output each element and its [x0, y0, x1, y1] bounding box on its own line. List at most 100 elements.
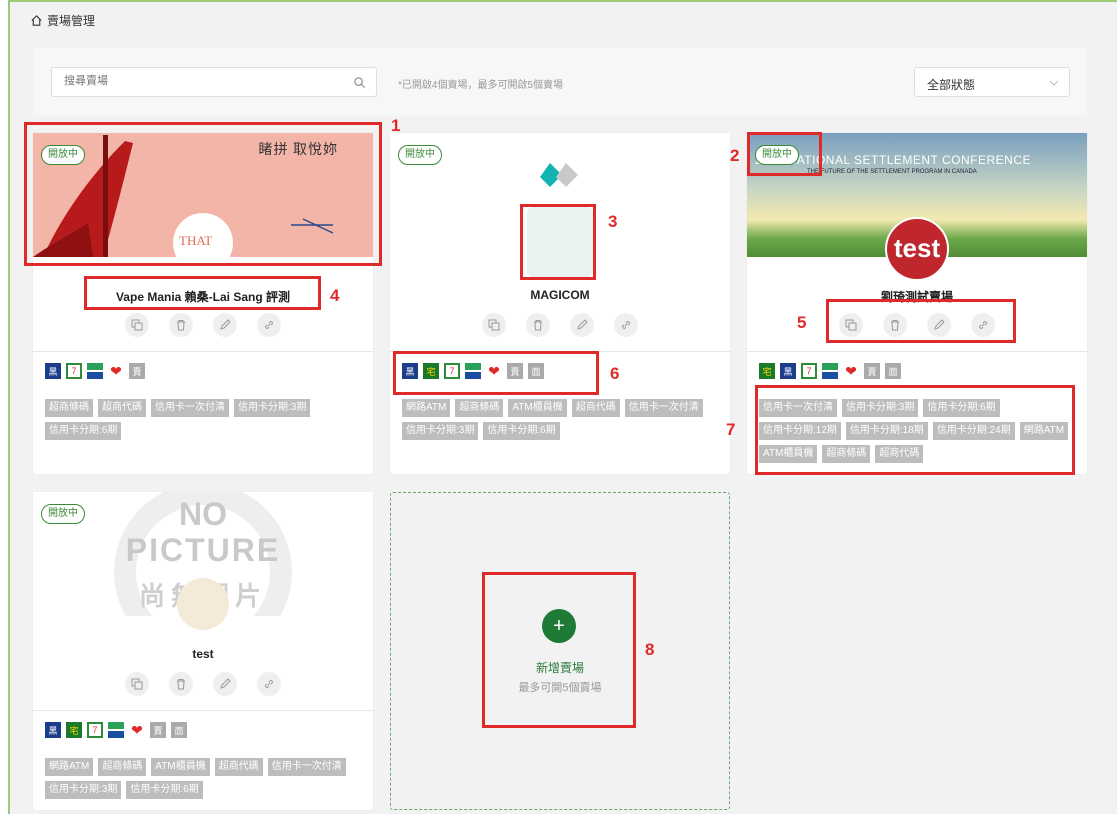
- divider: [747, 351, 1087, 352]
- seven-eleven-icon: 7: [801, 363, 817, 379]
- payment-tags: 網路ATM 超商條碼 ATM櫃員機 超商代碼 信用卡一次付清 信用卡分期:3期 …: [45, 758, 363, 799]
- store-name: 劉琦測試賣場: [880, 290, 953, 304]
- search-box[interactable]: [51, 67, 377, 97]
- annotation-number: 4: [330, 286, 340, 305]
- logo-text: test: [893, 233, 941, 263]
- breadcrumb: 賣場管理: [30, 12, 95, 29]
- copy-button[interactable]: [125, 313, 149, 337]
- family-mart-icon: [465, 363, 481, 379]
- hilife-icon: ❤: [110, 362, 122, 379]
- shop-icon: 賣: [507, 363, 523, 379]
- payment-tag: 超商代碼: [571, 399, 620, 417]
- pelican-icon: 宅: [759, 363, 775, 379]
- payment-tag: ATM櫃員機: [508, 399, 567, 417]
- payment-tag: 信用卡分期:24期: [932, 422, 1015, 440]
- status-select[interactable]: 全部狀態: [914, 67, 1070, 97]
- annotation-number: 6: [610, 364, 620, 383]
- annotation-number: 1: [391, 116, 401, 135]
- shop-icon: 賣: [129, 363, 145, 379]
- store-count-hint: *已開啟4個賣場，最多可開啟5個賣場: [398, 80, 564, 91]
- payment-tag: ATM櫃員機: [151, 758, 210, 776]
- plus-icon[interactable]: +: [542, 609, 576, 643]
- pencil-icon: [934, 319, 945, 330]
- annotation-number: 2: [730, 146, 740, 165]
- link-icon: [978, 320, 988, 330]
- divider: [390, 351, 730, 352]
- payment-tag: 超商代碼: [98, 399, 146, 417]
- link-icon: [264, 320, 274, 330]
- seven-eleven-icon: 7: [66, 363, 82, 379]
- link-button[interactable]: [257, 313, 281, 337]
- delete-button[interactable]: [169, 313, 193, 337]
- status-badge: 開放中: [41, 145, 85, 165]
- status-select-value: 全部狀態: [927, 78, 976, 92]
- pencil-icon: [577, 319, 588, 330]
- payment-tags: 信用卡一次付清 信用卡分期:3期 信用卡分期:6期 信用卡分期:12期 信用卡分…: [759, 399, 1077, 463]
- link-button[interactable]: [614, 313, 638, 337]
- pelican-icon: 宅: [66, 722, 82, 738]
- payment-tag: 信用卡分期:3期: [45, 781, 122, 799]
- payment-tag: 信用卡分期:18期: [845, 422, 928, 440]
- black-cat-icon: 黑: [45, 363, 61, 379]
- payment-tag: 網路ATM: [45, 758, 94, 776]
- delete-button[interactable]: [169, 672, 193, 696]
- store-logo: [177, 578, 229, 630]
- status-badge: 開放中: [41, 504, 85, 524]
- shop-icon: 賣: [150, 722, 166, 738]
- copy-button[interactable]: [125, 672, 149, 696]
- search-input[interactable]: [62, 74, 346, 88]
- edit-button[interactable]: [927, 313, 951, 337]
- edit-button[interactable]: [213, 313, 237, 337]
- copy-button[interactable]: [482, 313, 506, 337]
- payment-tag: 信用卡一次付清: [151, 399, 229, 417]
- home-icon: [31, 15, 42, 26]
- face-to-face-icon: 面: [171, 722, 187, 738]
- pencil-icon: [220, 678, 231, 689]
- delete-button[interactable]: [526, 313, 550, 337]
- trash-icon: [177, 320, 185, 331]
- link-icon: [264, 679, 274, 689]
- annotation-number: 8: [645, 640, 655, 659]
- link-button[interactable]: [971, 313, 995, 337]
- payment-tag: 超商代碼: [214, 758, 263, 776]
- copy-button[interactable]: [839, 313, 863, 337]
- family-mart-icon: [87, 363, 103, 379]
- breadcrumb-title[interactable]: 賣場管理: [47, 12, 95, 29]
- store-card: NO PICTURE 尚無圖片 開放中 test 黑 宅 7 ❤ 賣 面 網路A…: [33, 492, 373, 810]
- pencil-icon: [220, 319, 231, 330]
- add-store-card[interactable]: + 新增賣場 最多可開5個賣場: [390, 492, 730, 810]
- store-card: 開放中 MAGICOM 黑 宅 7 ❤ 賣 面 網路ATM 超商條碼 ATM櫃員…: [390, 133, 730, 474]
- annotation-number: 7: [726, 420, 736, 439]
- black-cat-icon: 黑: [402, 363, 418, 379]
- pelican-icon: 宅: [423, 363, 439, 379]
- store-name: Vape Mania 賴桑-Lai Sang 評測: [115, 290, 291, 304]
- payment-tag: 網路ATM: [1019, 422, 1069, 440]
- store-card: 2020 NATIONAL SETTLEMENT CONFERENCE THE …: [747, 133, 1087, 474]
- chevron-down-icon: [1049, 80, 1059, 86]
- link-icon: [621, 320, 631, 330]
- payment-tag: ATM櫃員機: [759, 445, 818, 463]
- payment-icons: 黑 7 ❤ 賣: [45, 363, 145, 379]
- action-group: [33, 672, 373, 696]
- add-store-subtitle: 最多可開5個賣場: [518, 682, 602, 694]
- delete-button[interactable]: [883, 313, 907, 337]
- store-name: MAGICOM: [530, 288, 590, 302]
- seven-eleven-icon: 7: [87, 722, 103, 738]
- trash-icon: [177, 679, 185, 690]
- family-mart-icon: [108, 722, 124, 738]
- payment-tag: 信用卡分期:6期: [45, 422, 122, 440]
- copy-icon: [845, 319, 857, 331]
- payment-tag: 信用卡分期:3期: [402, 422, 479, 440]
- payment-tags: 超商條碼 超商代碼 信用卡一次付清 信用卡分期:3期 信用卡分期:6期: [45, 399, 363, 440]
- search-icon[interactable]: [353, 76, 366, 89]
- annotation-number: 3: [608, 212, 618, 231]
- store-card: 睹拼 取悅妳 THAT 開放中 Vape Mania 賴桑-Lai Sang 評…: [33, 133, 373, 474]
- edit-button[interactable]: [213, 672, 237, 696]
- link-button[interactable]: [257, 672, 281, 696]
- store-name: test: [192, 647, 214, 661]
- edit-button[interactable]: [570, 313, 594, 337]
- payment-tag: 信用卡分期:6期: [483, 422, 560, 440]
- payment-tag: 超商條碼: [45, 399, 93, 417]
- trash-icon: [891, 320, 899, 331]
- payment-tag: 信用卡分期:6期: [923, 399, 1000, 417]
